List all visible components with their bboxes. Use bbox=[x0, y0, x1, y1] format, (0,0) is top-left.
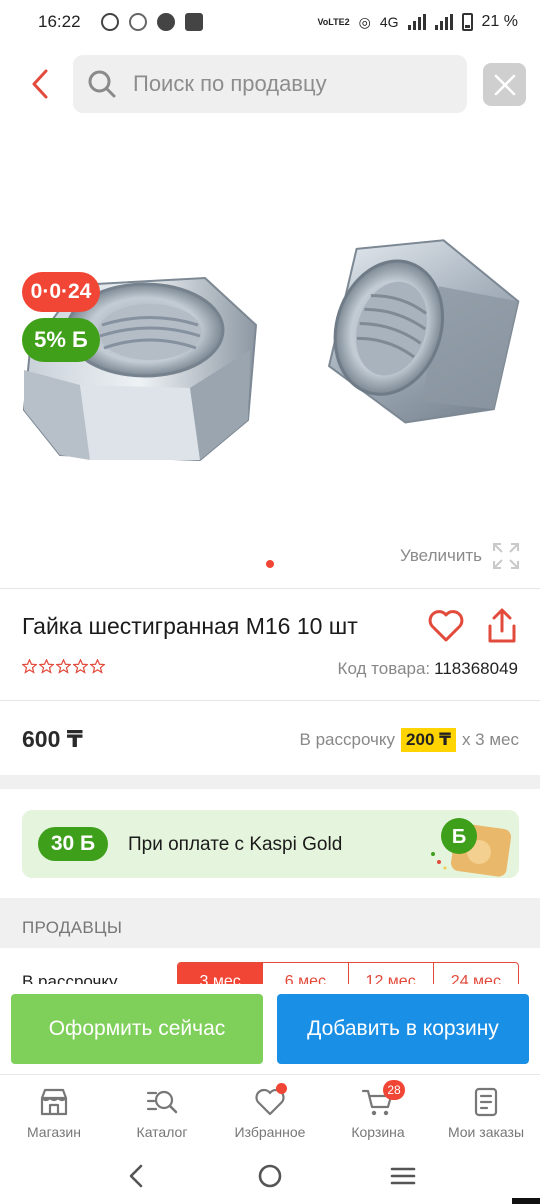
catalog-search-icon bbox=[146, 1090, 178, 1114]
tab-catalog[interactable]: Каталог bbox=[108, 1075, 216, 1148]
tab-label: Каталог bbox=[136, 1124, 188, 1140]
installment-tab-24[interactable]: 24 мес bbox=[434, 963, 518, 984]
heart-icon bbox=[428, 610, 464, 642]
upload-icon bbox=[156, 13, 175, 31]
tab-label: Корзина bbox=[351, 1124, 405, 1140]
kaspi-gold-banner[interactable]: 30 Б При оплате с Kaspi Gold Б bbox=[22, 810, 519, 878]
kaspi-banner-text: При оплате с Kaspi Gold bbox=[128, 834, 343, 855]
battery-icon bbox=[461, 13, 473, 31]
sku-label: Код товара: bbox=[337, 659, 431, 678]
notification-circle-icon bbox=[100, 13, 119, 31]
tab-store[interactable]: Магазин bbox=[0, 1075, 108, 1148]
installment-tab-12[interactable]: 12 мес bbox=[349, 963, 434, 984]
expand-icon bbox=[493, 543, 519, 569]
header bbox=[0, 55, 540, 113]
bonus-badge: 5% Б bbox=[22, 318, 100, 362]
installment-selector-label: В рассрочку bbox=[22, 972, 118, 984]
favorites-indicator-dot bbox=[276, 1083, 287, 1094]
checkout-now-button[interactable]: Оформить сейчас bbox=[11, 994, 263, 1064]
tab-favorites[interactable]: Избранное bbox=[216, 1075, 324, 1148]
add-to-cart-button[interactable]: Добавить в корзину bbox=[277, 994, 529, 1064]
section-separator bbox=[0, 775, 540, 789]
divider bbox=[0, 588, 540, 589]
kaspi-bonus-badge: 30 Б bbox=[38, 827, 108, 861]
product-meta-row: Код товара: 118368049 bbox=[22, 655, 518, 683]
sellers-header: ПРОДАВЦЫ bbox=[0, 898, 540, 948]
tab-label: Мои заказы bbox=[447, 1124, 525, 1140]
installment-selector-row: В рассрочку 3 мес 6 мес 12 мес 24 мес bbox=[0, 948, 540, 984]
divider bbox=[0, 700, 540, 701]
product-image-carousel[interactable]: 0·0·24 5% Б Увеличить bbox=[0, 120, 540, 590]
volte-icon: VoLTE2 bbox=[317, 16, 350, 27]
signal-2-icon bbox=[434, 14, 453, 30]
star-icon bbox=[22, 659, 37, 674]
screen-corner bbox=[512, 1198, 540, 1204]
tab-orders[interactable]: Мои заказы bbox=[432, 1075, 540, 1148]
battery-level: 21 % bbox=[481, 13, 518, 30]
star-icon bbox=[73, 659, 88, 674]
carousel-dot-active[interactable] bbox=[266, 560, 274, 568]
price-row: 600 ₸ В рассрочку 200 ₸ x 3 мес bbox=[22, 718, 519, 758]
star-icon bbox=[39, 659, 54, 674]
nav-home-icon[interactable] bbox=[255, 1161, 285, 1191]
installment-prefix: В рассрочку bbox=[299, 730, 396, 749]
kaspi-gold-card-icon: Б bbox=[431, 818, 512, 877]
installment-tab-3[interactable]: 3 мес bbox=[178, 963, 264, 984]
sku-value: 118368049 bbox=[434, 659, 518, 678]
orders-icon bbox=[474, 1087, 498, 1117]
favorite-button[interactable] bbox=[427, 607, 465, 645]
hotspot-icon: ◎ bbox=[358, 13, 371, 30]
zoom-label: Увеличить bbox=[400, 546, 482, 565]
store-icon bbox=[40, 1088, 68, 1116]
star-icon bbox=[90, 659, 105, 674]
back-button[interactable] bbox=[24, 67, 58, 101]
timer-badge: 0·0·24 bbox=[22, 272, 100, 312]
nav-menu-icon[interactable] bbox=[388, 1161, 418, 1191]
tiktok-icon bbox=[128, 13, 147, 31]
rating-stars[interactable] bbox=[22, 659, 105, 674]
share-button[interactable] bbox=[484, 607, 520, 645]
notification-icons bbox=[100, 13, 203, 31]
signal-icon bbox=[407, 14, 426, 30]
share-icon bbox=[488, 608, 516, 643]
product-price: 600 ₸ bbox=[22, 726, 83, 752]
installment-suffix: x 3 мес bbox=[461, 730, 519, 749]
installment-info: В рассрочку 200 ₸ x 3 мес bbox=[300, 728, 519, 752]
cart-count-badge: 28 bbox=[383, 1080, 405, 1100]
search-input[interactable] bbox=[133, 71, 433, 97]
chevron-left-icon bbox=[32, 69, 48, 99]
close-button[interactable] bbox=[483, 63, 526, 106]
action-bar: Оформить сейчас Добавить в корзину bbox=[0, 984, 540, 1074]
nut-right bbox=[327, 239, 520, 424]
product-title: Гайка шестигранная М16 10 шт bbox=[22, 613, 358, 639]
tab-cart[interactable]: 28 Корзина bbox=[324, 1075, 432, 1148]
sellers-title: ПРОДАВЦЫ bbox=[22, 918, 123, 937]
tab-label: Избранное bbox=[234, 1124, 306, 1140]
product-title-row: Гайка шестигранная М16 10 шт bbox=[22, 605, 522, 649]
status-time: 16:22 bbox=[38, 12, 81, 31]
product-sku: Код товара: 118368049 bbox=[338, 659, 518, 679]
zoom-button[interactable]: Увеличить bbox=[400, 542, 520, 570]
stack-icon bbox=[184, 13, 203, 31]
close-icon bbox=[494, 74, 515, 95]
system-icons: VoLTE2 ◎ 4G 21 % bbox=[317, 13, 518, 31]
star-icon bbox=[56, 659, 71, 674]
installment-amount: 200 ₸ bbox=[401, 728, 456, 752]
search-bar[interactable] bbox=[73, 55, 467, 113]
svg-text:Б: Б bbox=[452, 826, 466, 848]
system-navigation-bar bbox=[0, 1148, 540, 1204]
network-label: 4G bbox=[379, 14, 399, 30]
tab-label: Магазин bbox=[26, 1124, 81, 1140]
bottom-tab-bar: Магазин Каталог Избранное 28 Корзина Мои… bbox=[0, 1074, 540, 1148]
search-icon bbox=[88, 70, 116, 98]
nav-back-icon[interactable] bbox=[122, 1161, 152, 1191]
installment-tabs: 3 мес 6 мес 12 мес 24 мес bbox=[177, 962, 519, 984]
status-bar: 16:22 VoLTE2 ◎ 4G 21 % bbox=[0, 0, 540, 44]
installment-tab-6[interactable]: 6 мес bbox=[263, 963, 349, 984]
